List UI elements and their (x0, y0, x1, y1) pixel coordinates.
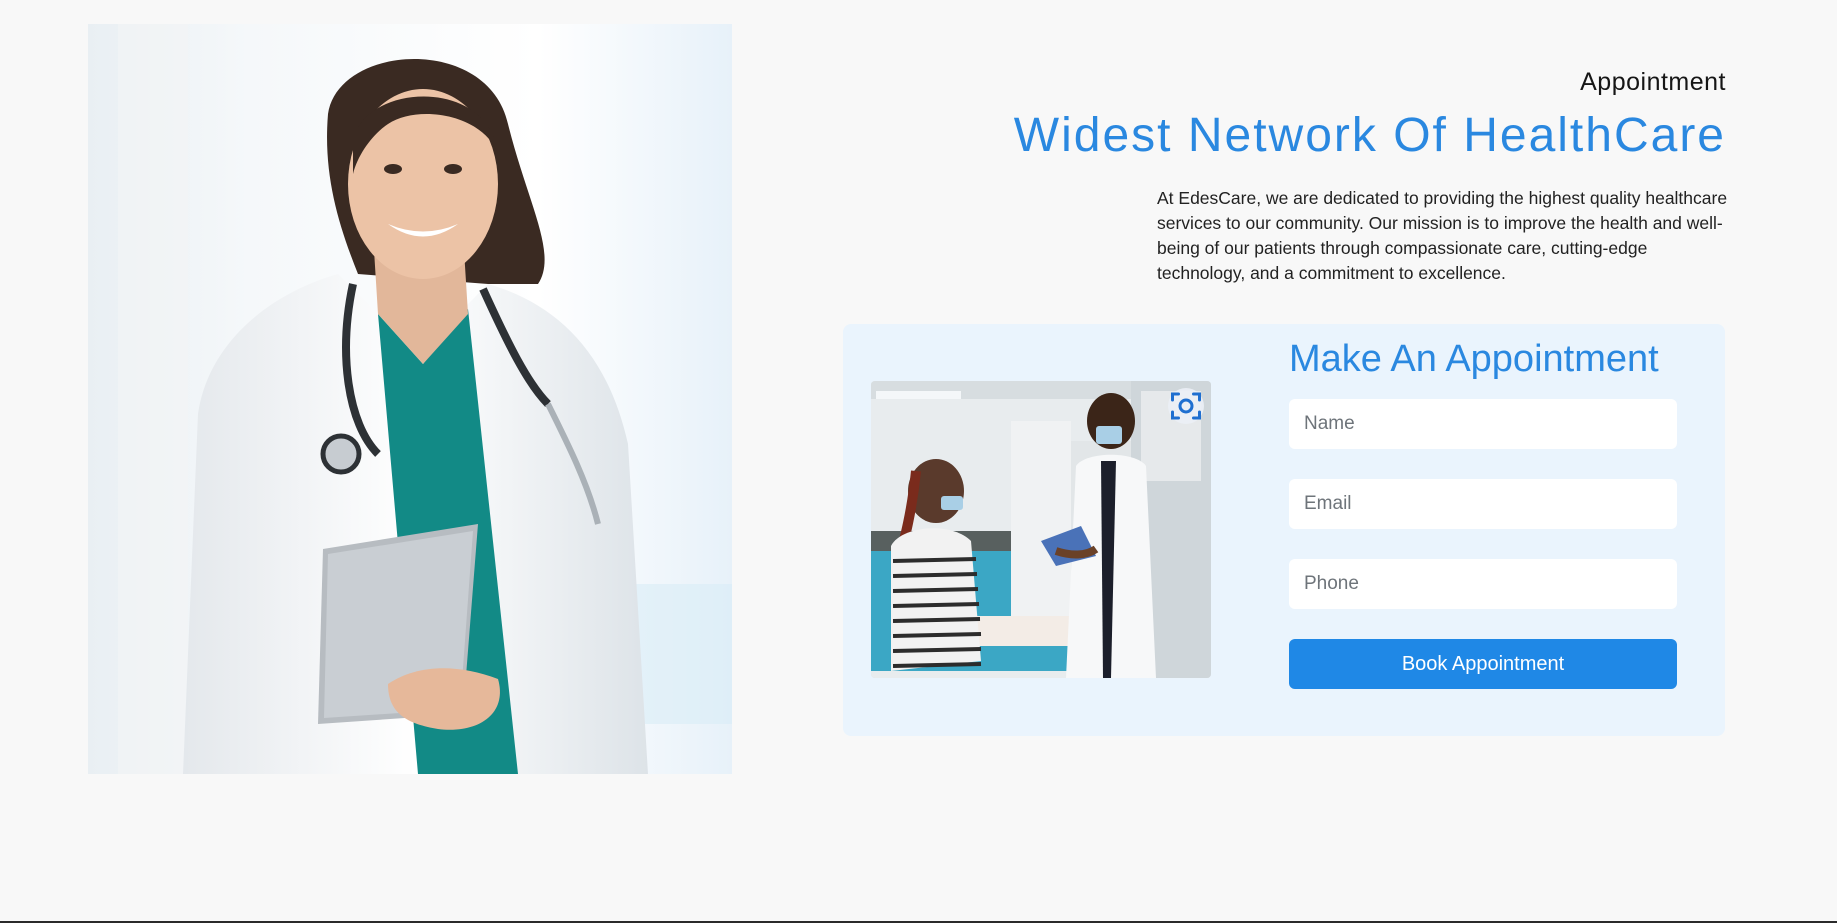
email-input[interactable] (1289, 479, 1677, 529)
visual-search-icon (1171, 392, 1201, 420)
doctor-hero-image (88, 24, 732, 774)
consultation-illustration (871, 381, 1211, 678)
section-intro: At EdesCare, we are dedicated to providi… (1157, 188, 1728, 283)
book-appointment-button[interactable]: Book Appointment (1289, 639, 1677, 689)
section-headline: Widest Network Of HealthCare (1013, 109, 1726, 162)
visual-search-button[interactable] (1168, 388, 1204, 424)
appointment-section: Appointment Widest Network Of HealthCare… (0, 0, 1837, 923)
section-eyebrow: Appointment (1580, 68, 1726, 96)
consultation-image (871, 381, 1211, 678)
appointment-card: Make An Appointment Book Appointment (843, 324, 1725, 736)
name-input[interactable] (1289, 399, 1677, 449)
form-title: Make An Appointment (1289, 338, 1659, 380)
phone-input[interactable] (1289, 559, 1677, 609)
doctor-illustration (88, 24, 732, 774)
